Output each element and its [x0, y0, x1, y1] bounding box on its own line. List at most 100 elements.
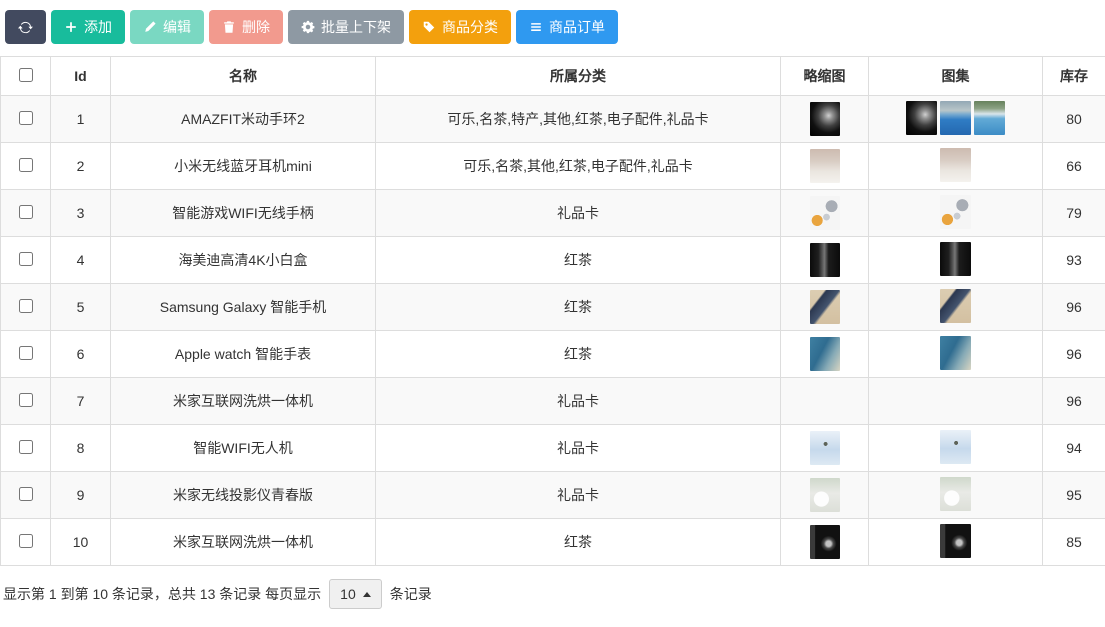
row-checkbox[interactable]	[19, 111, 33, 125]
header-stock: 库存	[1043, 57, 1105, 96]
gallery-image[interactable]	[974, 101, 1005, 135]
product-thumbnail-image[interactable]	[810, 431, 840, 465]
row-checkbox[interactable]	[19, 299, 33, 313]
gallery-image[interactable]	[940, 242, 971, 276]
cell-name: 智能WIFI无人机	[111, 425, 376, 472]
row-checkbox[interactable]	[19, 205, 33, 219]
table-row: 3智能游戏WIFI无线手柄礼品卡79	[1, 190, 1105, 237]
row-checkbox-cell	[1, 378, 51, 425]
cell-category: 红茶	[376, 284, 781, 331]
refresh-button[interactable]	[5, 10, 46, 44]
product-thumbnail-image[interactable]	[810, 102, 840, 136]
gallery-image[interactable]	[906, 101, 937, 135]
edit-button-label: 编辑	[163, 17, 191, 37]
cell-category: 红茶	[376, 237, 781, 284]
orders-button[interactable]: 商品订单	[516, 10, 618, 44]
product-thumbnail-image[interactable]	[810, 290, 840, 324]
cell-category: 礼品卡	[376, 472, 781, 519]
cell-id: 6	[51, 331, 111, 378]
cell-gallery	[869, 519, 1043, 566]
gallery-image-group	[940, 289, 971, 323]
product-thumbnail-image[interactable]	[810, 478, 840, 512]
cell-gallery	[869, 96, 1043, 143]
gallery-image[interactable]	[940, 148, 971, 182]
row-checkbox[interactable]	[19, 440, 33, 454]
cell-stock: 96	[1043, 284, 1105, 331]
header-gallery: 图集	[869, 57, 1043, 96]
product-thumbnail-image[interactable]	[810, 243, 840, 277]
select-all-cell	[1, 57, 51, 96]
gallery-image[interactable]	[940, 195, 971, 229]
header-thumbnail: 略缩图	[781, 57, 869, 96]
row-checkbox[interactable]	[19, 393, 33, 407]
page-size-value: 10	[340, 586, 356, 602]
cell-thumbnail	[781, 425, 869, 472]
table-header-row: Id 名称 所属分类 略缩图 图集 库存	[1, 57, 1105, 96]
cell-gallery	[869, 425, 1043, 472]
category-button[interactable]: 商品分类	[409, 10, 511, 44]
cell-name: 米家无线投影仪青春版	[111, 472, 376, 519]
cell-name: AMAZFIT米动手环2	[111, 96, 376, 143]
gallery-image[interactable]	[940, 477, 971, 511]
table-row: 6Apple watch 智能手表红茶96	[1, 331, 1105, 378]
cell-gallery	[869, 378, 1043, 425]
row-checkbox[interactable]	[19, 252, 33, 266]
tag-icon	[422, 20, 436, 34]
header-name: 名称	[111, 57, 376, 96]
cell-category: 可乐,名茶,其他,红茶,电子配件,礼品卡	[376, 143, 781, 190]
product-thumbnail-image[interactable]	[810, 149, 840, 183]
product-table-body: 1AMAZFIT米动手环2可乐,名茶,特产,其他,红茶,电子配件,礼品卡802小…	[1, 96, 1105, 566]
gallery-image-group	[940, 148, 971, 182]
table-row: 10米家互联网洗烘一体机红茶85	[1, 519, 1105, 566]
cell-name: 智能游戏WIFI无线手柄	[111, 190, 376, 237]
add-button[interactable]: 添加	[51, 10, 125, 44]
row-checkbox-cell	[1, 472, 51, 519]
delete-button-label: 删除	[242, 17, 270, 37]
orders-button-label: 商品订单	[549, 17, 605, 37]
gallery-image[interactable]	[940, 289, 971, 323]
cell-id: 5	[51, 284, 111, 331]
cell-name: 海美迪高清4K小白盒	[111, 237, 376, 284]
gallery-image-group	[940, 242, 971, 276]
select-all-checkbox[interactable]	[19, 68, 33, 82]
batch-shelf-button[interactable]: 批量上下架	[288, 10, 404, 44]
page-size-dropdown[interactable]: 10	[329, 579, 382, 609]
cell-stock: 95	[1043, 472, 1105, 519]
trash-icon	[222, 20, 236, 34]
delete-button[interactable]: 删除	[209, 10, 283, 44]
row-checkbox-cell	[1, 331, 51, 378]
row-checkbox-cell	[1, 284, 51, 331]
plus-icon	[64, 20, 78, 34]
row-checkbox[interactable]	[19, 534, 33, 548]
cell-gallery	[869, 472, 1043, 519]
cell-id: 2	[51, 143, 111, 190]
gallery-image[interactable]	[940, 524, 971, 558]
gallery-image-group	[940, 195, 971, 229]
row-checkbox[interactable]	[19, 346, 33, 360]
cell-thumbnail	[781, 331, 869, 378]
table-row: 1AMAZFIT米动手环2可乐,名茶,特产,其他,红茶,电子配件,礼品卡80	[1, 96, 1105, 143]
cell-stock: 66	[1043, 143, 1105, 190]
row-checkbox[interactable]	[19, 487, 33, 501]
cell-thumbnail	[781, 96, 869, 143]
gallery-image[interactable]	[940, 336, 971, 370]
cell-id: 1	[51, 96, 111, 143]
cell-id: 8	[51, 425, 111, 472]
cell-stock: 96	[1043, 378, 1105, 425]
cell-name: Apple watch 智能手表	[111, 331, 376, 378]
row-checkbox[interactable]	[19, 158, 33, 172]
row-checkbox-cell	[1, 143, 51, 190]
cell-id: 3	[51, 190, 111, 237]
cell-name: 米家互联网洗烘一体机	[111, 378, 376, 425]
cell-id: 4	[51, 237, 111, 284]
refresh-icon	[18, 20, 33, 35]
edit-button[interactable]: 编辑	[130, 10, 204, 44]
cell-stock: 94	[1043, 425, 1105, 472]
gallery-image[interactable]	[940, 101, 971, 135]
product-thumbnail-image[interactable]	[810, 525, 840, 559]
table-row: 2小米无线蓝牙耳机mini可乐,名茶,其他,红茶,电子配件,礼品卡66	[1, 143, 1105, 190]
product-thumbnail-image[interactable]	[810, 337, 840, 371]
gear-icon	[301, 20, 315, 34]
product-thumbnail-image[interactable]	[810, 196, 840, 230]
gallery-image[interactable]	[940, 430, 971, 464]
